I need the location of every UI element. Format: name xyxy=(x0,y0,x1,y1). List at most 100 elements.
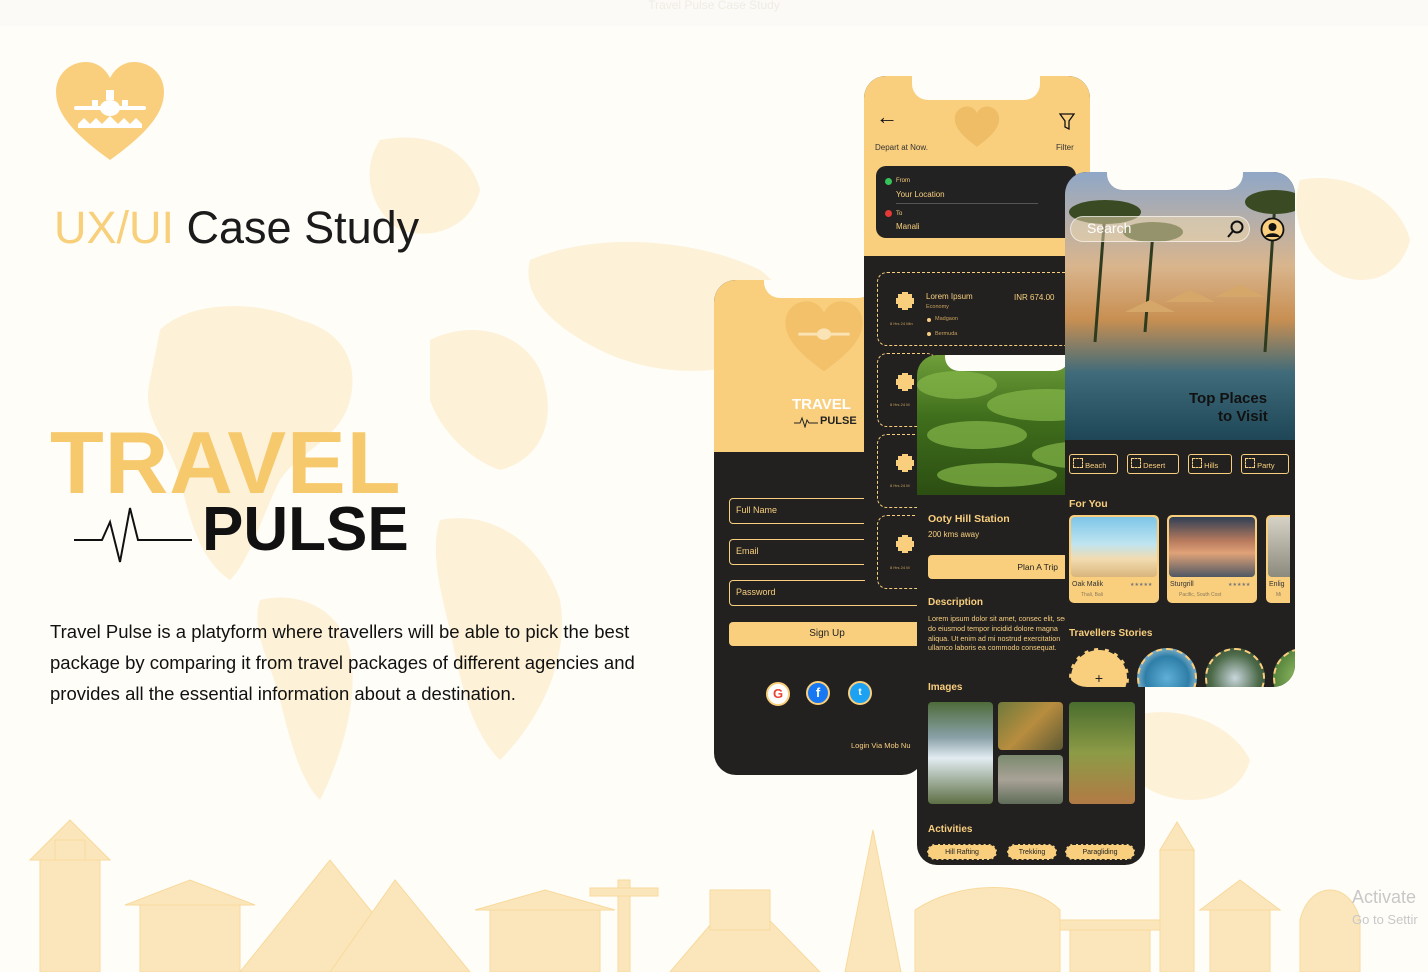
place-card[interactable]: Enlig Mi xyxy=(1266,515,1290,603)
activity-hill-rafting[interactable]: Hill Rafting xyxy=(927,844,997,860)
window-title: Travel Pulse Case Study xyxy=(648,0,780,12)
twitter-icon[interactable]: t xyxy=(848,681,872,705)
place-rating: ★★★★★ xyxy=(1130,582,1153,588)
activity-trekking[interactable]: Trekking xyxy=(1007,844,1057,860)
result-duration: 8 Hrs 24 M xyxy=(890,402,910,407)
filter-label[interactable]: Filter xyxy=(1056,143,1074,152)
facebook-icon[interactable]: f xyxy=(806,681,830,705)
place-name: Sturgrill xyxy=(1170,581,1194,588)
agency-logo-icon xyxy=(896,292,914,310)
result-price: INR 674.00 xyxy=(1014,293,1055,302)
destination-distance: 200 kms away xyxy=(928,530,980,539)
from-value[interactable]: Your Location xyxy=(896,190,945,199)
to-label: To xyxy=(896,211,903,217)
from-dot-icon xyxy=(885,178,892,185)
result-stop2: Bermuda xyxy=(935,331,958,337)
place-name: Enlig xyxy=(1269,581,1285,588)
google-icon[interactable]: G xyxy=(766,682,790,706)
category-party[interactable]: Party xyxy=(1241,454,1289,474)
place-image xyxy=(1071,517,1157,577)
signup-logo-icon xyxy=(785,301,863,372)
signup-pulse-icon xyxy=(794,416,818,428)
description-heading: Description xyxy=(928,597,984,608)
story-avatar[interactable] xyxy=(1273,648,1295,687)
plan-trip-label: Plan A Trip xyxy=(1017,562,1058,572)
case-study-heading: UX/UI Case Study xyxy=(54,200,419,256)
story-avatar[interactable] xyxy=(1205,648,1265,687)
landmarks-skyline xyxy=(28,819,1361,972)
place-card[interactable]: Sturgrill ★★★★★ Pacific, South Cost xyxy=(1167,515,1257,603)
profile-avatar-icon[interactable] xyxy=(1260,217,1285,242)
activation-watermark-title: Activate xyxy=(1352,887,1417,907)
activities-heading: Activities xyxy=(928,824,973,835)
activation-watermark-subtitle: Go to Settir xyxy=(1352,912,1418,927)
category-label: Beach xyxy=(1085,461,1107,470)
login-mobile-link[interactable]: Login Via Mob Nu xyxy=(851,741,910,750)
agency-logo-icon xyxy=(896,454,914,472)
filter-icon[interactable] xyxy=(1059,113,1075,131)
brand-pulse: PULSE xyxy=(202,495,409,564)
result-class: Economy xyxy=(926,304,949,310)
home-screen: Search Top Places to Visit Beach Desert … xyxy=(1065,172,1295,687)
result-title: Lorem Ipsum xyxy=(926,292,973,301)
place-location: Mi xyxy=(1276,592,1282,598)
plan-trip-button[interactable]: Plan A Trip xyxy=(928,555,1068,579)
category-label: Party xyxy=(1257,461,1275,470)
brand-travel: TRAVEL xyxy=(50,413,402,512)
place-image xyxy=(1169,517,1255,577)
agency-logo-icon xyxy=(896,373,914,391)
signup-brand-bottom: PULSE xyxy=(820,415,857,427)
place-location: Thali, Bali xyxy=(1081,592,1103,598)
category-hills[interactable]: Hills xyxy=(1188,454,1232,474)
search-icon[interactable] xyxy=(1227,220,1245,238)
story-avatar[interactable] xyxy=(1137,648,1197,687)
place-name: Oak Malik xyxy=(1072,581,1104,588)
header-logo-icon xyxy=(954,106,1000,147)
place-image xyxy=(1268,517,1290,577)
category-beach[interactable]: Beach xyxy=(1069,454,1118,474)
result-duration: 8 Hrs 24 Min xyxy=(890,321,913,326)
pulse-wave-icon xyxy=(74,507,192,563)
case-study-prefix: UX/UI xyxy=(54,202,175,253)
hills-icon xyxy=(1192,458,1202,468)
sign-up-button[interactable]: Sign Up xyxy=(729,622,924,646)
beach-icon xyxy=(1073,458,1083,468)
gallery-hiker-image[interactable] xyxy=(998,702,1063,750)
gallery-waterfall-image[interactable] xyxy=(928,702,993,804)
party-icon xyxy=(1245,458,1255,468)
category-desert[interactable]: Desert xyxy=(1127,454,1179,474)
activity-paragliding[interactable]: Paragliding xyxy=(1065,844,1135,860)
depart-label: Depart at Now. xyxy=(875,143,928,152)
hero-title-line2: to Visit xyxy=(1218,408,1268,425)
back-arrow-icon[interactable]: ← xyxy=(876,104,898,130)
add-story-button[interactable]: + xyxy=(1069,648,1129,687)
gallery-town-image[interactable] xyxy=(998,755,1063,804)
case-study-suffix: Case Study xyxy=(186,202,420,253)
add-story-plus: + xyxy=(1094,670,1104,686)
from-label: From xyxy=(896,178,910,184)
window-title-bar: Travel Pulse Case Study xyxy=(0,0,1428,26)
result-stop1: Madgaon xyxy=(935,316,958,322)
result-duration: 8 Hrs 24 M xyxy=(890,565,910,570)
signup-brand-top: TRAVEL xyxy=(792,396,851,413)
category-label: Desert xyxy=(1143,461,1166,470)
travel-pulse-logo xyxy=(56,62,164,160)
category-label: Hills xyxy=(1204,461,1219,470)
search-input[interactable]: Search xyxy=(1087,220,1131,236)
images-heading: Images xyxy=(928,682,963,693)
gallery-forest-path-image[interactable] xyxy=(1069,702,1135,804)
destination-title: Ooty Hill Station xyxy=(928,513,1010,525)
desert-icon xyxy=(1131,458,1141,468)
place-card[interactable]: Oak Malik ★★★★★ Thali, Bali xyxy=(1069,515,1159,603)
to-value[interactable]: Manali xyxy=(896,222,920,231)
travellers-stories-heading: Travellers Stories xyxy=(1069,628,1153,639)
project-description: Travel Pulse is a platyform where travel… xyxy=(50,621,635,704)
result-duration: 8 Hrs 24 M xyxy=(890,483,910,488)
description-text: Lorem ipsum dolor sit amet, consec elit,… xyxy=(928,614,1069,653)
for-you-heading: For You xyxy=(1069,498,1108,510)
place-location: Pacific, South Cost xyxy=(1179,592,1222,598)
place-rating: ★★★★★ xyxy=(1228,582,1251,588)
to-dot-icon xyxy=(885,210,892,217)
agency-logo-icon xyxy=(896,535,914,553)
hero-title-line1: Top Places xyxy=(1189,390,1268,407)
